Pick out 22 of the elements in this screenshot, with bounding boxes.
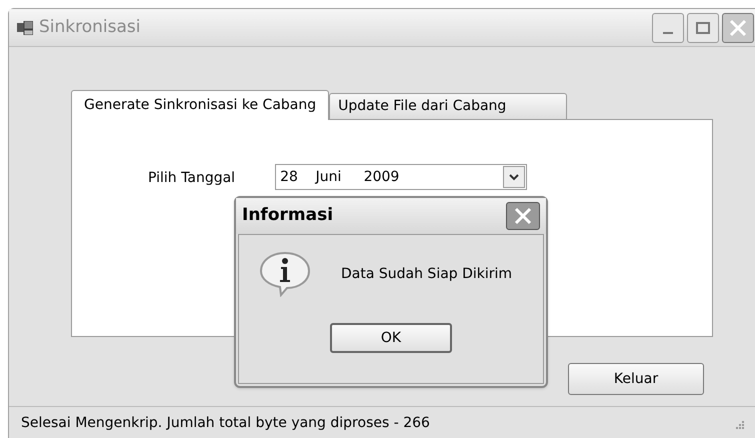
tab[interactable]: Generate Sinkronisasi ke Cabang: [71, 90, 330, 120]
caret-icon: [509, 174, 520, 180]
close-button[interactable]: [506, 202, 540, 230]
date-value: 28 Juni 2009: [280, 168, 400, 186]
keluar-button[interactable]: Keluar: [568, 363, 704, 395]
close-icon: [729, 18, 747, 36]
info-icon: [259, 251, 311, 297]
resize-grip-icon: [734, 418, 744, 428]
dropdown-button[interactable]: [503, 166, 526, 188]
close-button[interactable]: [722, 12, 754, 42]
window-title: Sinkronisasi: [39, 16, 141, 39]
field-label: Pilih Tanggal: [148, 169, 236, 188]
dialog-title: Informasi: [242, 204, 334, 228]
close-icon: [514, 207, 532, 225]
dialog-message: Data Sudah Siap Dikirim: [341, 264, 512, 284]
date-picker[interactable]: 28 Juni 2009: [275, 164, 528, 190]
app-icon: [17, 20, 33, 34]
tab[interactable]: Update File dari Cabang: [329, 93, 568, 119]
minimize-button[interactable]: [652, 12, 684, 42]
maximize-button[interactable]: [687, 12, 719, 42]
status-text: Selesai Mengenkrip. Jumlah total byte yang diproses - 266: [21, 414, 430, 433]
ok-button[interactable]: OK: [330, 323, 452, 353]
